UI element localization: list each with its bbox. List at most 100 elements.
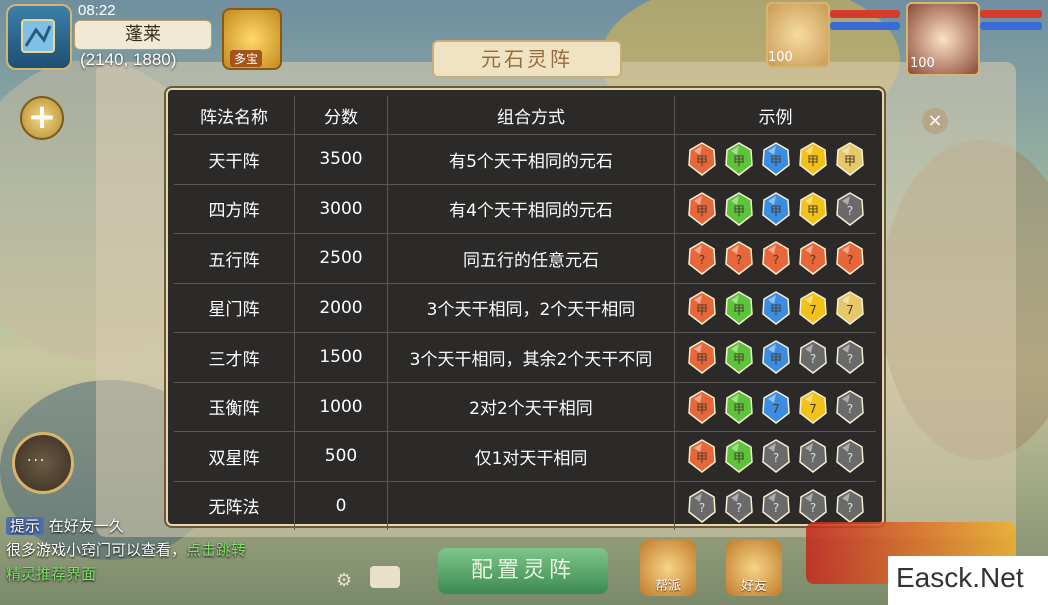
formation-example: 甲 甲 甲?? bbox=[674, 332, 876, 383]
chat-link-recommend[interactable]: 精灵推荐界面 bbox=[6, 565, 96, 583]
formation-score: 3000 bbox=[294, 183, 388, 234]
gem-mark: 甲 bbox=[769, 154, 781, 168]
camera-icon[interactable] bbox=[370, 566, 400, 588]
yuanshi-gem-icon: 甲 bbox=[686, 141, 718, 177]
formation-name: 四方阵 bbox=[174, 183, 295, 234]
yuanshi-gem-icon: 甲 bbox=[723, 141, 755, 177]
gem-mark: ? bbox=[735, 253, 741, 267]
gem-mark: 甲 bbox=[769, 303, 781, 317]
table-row: 天干阵 3500 有5个天干相同的元石 甲 甲 甲 甲 甲 bbox=[174, 134, 876, 185]
guild-label: 帮派 bbox=[654, 579, 681, 594]
yuanshi-gem-icon: 甲 bbox=[686, 389, 718, 425]
header-combo: 组合方式 bbox=[387, 96, 675, 135]
hero-hp-bar bbox=[980, 10, 1042, 18]
yuanshi-gem-icon: ? bbox=[760, 240, 792, 276]
yuanshi-gem-icon: 甲 bbox=[760, 290, 792, 326]
gem-mark: 甲 bbox=[732, 303, 744, 317]
yuanshi-gem-icon: 甲 bbox=[723, 389, 755, 425]
formation-example: 甲 甲 甲 7 7 bbox=[674, 282, 876, 333]
pet-hp-bar bbox=[830, 10, 900, 18]
table-row: 双星阵 500 仅1对天干相同 甲 甲??? bbox=[174, 431, 876, 482]
chat-icon: ··· bbox=[27, 453, 47, 469]
map-icon bbox=[21, 19, 55, 53]
chat-link-jump[interactable]: 点击跳转 bbox=[186, 541, 246, 559]
formation-example: 甲 甲 甲 甲? bbox=[674, 183, 876, 234]
formation-combo: 3个天干相同，2个天干相同 bbox=[387, 282, 675, 333]
yuanshi-gem-icon: 甲 bbox=[760, 191, 792, 227]
gem-mark: ? bbox=[698, 253, 704, 267]
yuanshi-gem-icon: ? bbox=[723, 240, 755, 276]
yuanshi-gem-icon: ? bbox=[834, 240, 866, 276]
formation-example: ????? bbox=[674, 233, 876, 284]
world-map-button[interactable] bbox=[6, 4, 72, 70]
yuanshi-gem-icon: 7 bbox=[797, 290, 829, 326]
chat-tag: 提示 bbox=[6, 517, 45, 535]
chat-log: 提示 在好友一久 很多游戏小窍门可以查看，点击跳转 精灵推荐界面 bbox=[6, 514, 346, 586]
yuanshi-gem-icon: 甲 bbox=[686, 290, 718, 326]
yuanshi-gem-icon: 甲 bbox=[686, 191, 718, 227]
formation-name: 双星阵 bbox=[174, 431, 295, 482]
header-name: 阵法名称 bbox=[174, 96, 295, 135]
yuanshi-gem-icon: ? bbox=[760, 488, 792, 524]
watermark-text: Easck.Net bbox=[896, 562, 1024, 593]
treasure-label: 多宝 bbox=[230, 50, 263, 67]
yuanshi-gem-icon: 甲 bbox=[723, 339, 755, 375]
expand-plus-button[interactable]: + bbox=[20, 96, 64, 140]
gem-mark: 甲 bbox=[769, 204, 781, 218]
gem-mark: ? bbox=[846, 204, 852, 218]
hero-level: 100 bbox=[910, 56, 935, 71]
gem-mark: 甲 bbox=[695, 303, 707, 317]
friends-label: 好友 bbox=[740, 579, 767, 594]
gem-mark: ? bbox=[846, 451, 852, 465]
yuanshi-gem-icon: 甲 bbox=[723, 438, 755, 474]
chat-line2: 很多游戏小窍门可以查看， bbox=[6, 541, 187, 559]
location-name[interactable]: 蓬莱 bbox=[74, 20, 212, 50]
gem-mark: 甲 bbox=[732, 451, 744, 465]
yuanshi-gem-icon: 甲 bbox=[686, 438, 718, 474]
yuanshi-gem-icon: 7 bbox=[834, 290, 866, 326]
table-header-row: 阵法名称 分数 组合方式 示例 bbox=[174, 96, 876, 135]
yuanshi-gem-icon: 甲 bbox=[834, 141, 866, 177]
yuanshi-gem-icon: ? bbox=[834, 339, 866, 375]
gem-mark: ? bbox=[846, 501, 852, 515]
gem-mark: ? bbox=[772, 451, 778, 465]
yuanshi-gem-icon: ? bbox=[797, 438, 829, 474]
gem-mark: 7 bbox=[809, 303, 817, 317]
header-example: 示例 bbox=[674, 96, 876, 135]
header-score: 分数 bbox=[294, 96, 388, 135]
gem-mark: 甲 bbox=[806, 154, 818, 168]
yuanshi-gem-icon: ? bbox=[797, 488, 829, 524]
yuanshi-gem-icon: 7 bbox=[760, 389, 792, 425]
friends-button[interactable]: 好友 bbox=[726, 540, 782, 596]
table-row: 五行阵 2500 同五行的任意元石????? bbox=[174, 233, 876, 284]
formation-combo bbox=[387, 480, 675, 530]
formation-score: 2500 bbox=[294, 233, 388, 284]
config-formation-button[interactable]: 配置灵阵 bbox=[438, 548, 608, 594]
formation-score: 2000 bbox=[294, 282, 388, 333]
formation-name: 星门阵 bbox=[174, 282, 295, 333]
gem-mark: 甲 bbox=[695, 352, 707, 366]
gem-mark: 甲 bbox=[695, 204, 707, 218]
gem-mark: 甲 bbox=[806, 204, 818, 218]
formation-score: 3500 bbox=[294, 134, 388, 185]
yuanshi-gem-icon: ? bbox=[797, 240, 829, 276]
yuanshi-gem-icon: 甲 bbox=[686, 339, 718, 375]
gem-mark: 7 bbox=[809, 402, 817, 416]
close-icon[interactable]: × bbox=[922, 108, 948, 134]
gem-mark: ? bbox=[846, 253, 852, 267]
formation-combo: 有5个天干相同的元石 bbox=[387, 134, 675, 185]
chat-bubble-button[interactable]: ··· bbox=[12, 432, 74, 494]
formation-score: 1500 bbox=[294, 332, 388, 383]
yuanshi-gem-icon: 甲 bbox=[723, 290, 755, 326]
gear-icon[interactable]: ⚙ bbox=[336, 570, 352, 591]
yuanshi-gem-icon: ? bbox=[723, 488, 755, 524]
formation-combo: 有4个天干相同的元石 bbox=[387, 183, 675, 234]
gem-mark: ? bbox=[772, 501, 778, 515]
gem-mark: 甲 bbox=[732, 204, 744, 218]
guild-button[interactable]: 帮派 bbox=[640, 540, 696, 596]
formation-example: 甲甲甲甲甲 bbox=[674, 134, 876, 185]
yuanshi-gem-icon: ? bbox=[760, 438, 792, 474]
watermark: Easck.Net bbox=[888, 556, 1048, 605]
formation-score: 1000 bbox=[294, 381, 388, 432]
yuanshi-gem-icon: 甲 bbox=[723, 191, 755, 227]
